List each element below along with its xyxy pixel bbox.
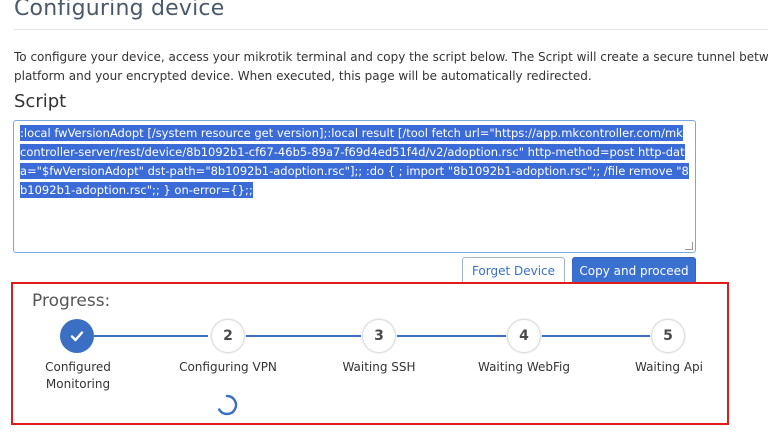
progress-highlight-frame (11, 282, 729, 425)
progress-connector-1-2 (94, 335, 208, 337)
step-3-circle: 3 (362, 319, 396, 353)
description-line-1: To configure your device, access your mi… (14, 50, 768, 64)
script-label: Script (14, 91, 67, 112)
step-4-circle: 4 (507, 319, 541, 353)
description-line-2: platform and your encrypted device. When… (14, 69, 592, 83)
resize-handle-icon[interactable] (685, 242, 693, 250)
copy-and-proceed-button[interactable]: Copy and proceed (572, 257, 696, 284)
step-2-label: Configuring VPN (179, 360, 277, 374)
step-2-number: 2 (223, 328, 233, 344)
step-5-circle: 5 (651, 319, 685, 353)
page-description: To configure your device, access your mi… (14, 48, 768, 86)
step-1-circle (60, 319, 94, 353)
check-icon (70, 331, 84, 342)
page-title: Configuring device (14, 0, 225, 21)
script-selected-text[interactable]: :local fwVersionAdopt [/system resource … (20, 125, 689, 198)
title-divider (14, 29, 768, 30)
configuring-device-page: Configuring device To configure your dev… (0, 0, 768, 445)
progress-connector-2-3 (245, 335, 362, 337)
step-5-number: 5 (663, 328, 673, 344)
step-1-label: Configured Monitoring (45, 360, 111, 391)
spinner-icon (218, 394, 238, 416)
step-4-number: 4 (519, 328, 529, 344)
forget-device-button[interactable]: Forget Device (462, 257, 565, 284)
progress-title: Progress: (32, 291, 111, 311)
step-4-label: Waiting WebFig (477, 360, 570, 374)
step-2-circle: 2 (211, 319, 245, 353)
progress-connector-3-4 (396, 335, 507, 337)
step-3-label: Waiting SSH (342, 360, 416, 374)
step-5-label: Waiting Api (634, 360, 704, 374)
step-3-number: 3 (374, 328, 384, 344)
script-content[interactable]: :local fwVersionAdopt [/system resource … (20, 124, 689, 200)
progress-connector-4-5 (541, 335, 651, 337)
script-textarea[interactable]: :local fwVersionAdopt [/system resource … (13, 120, 696, 253)
